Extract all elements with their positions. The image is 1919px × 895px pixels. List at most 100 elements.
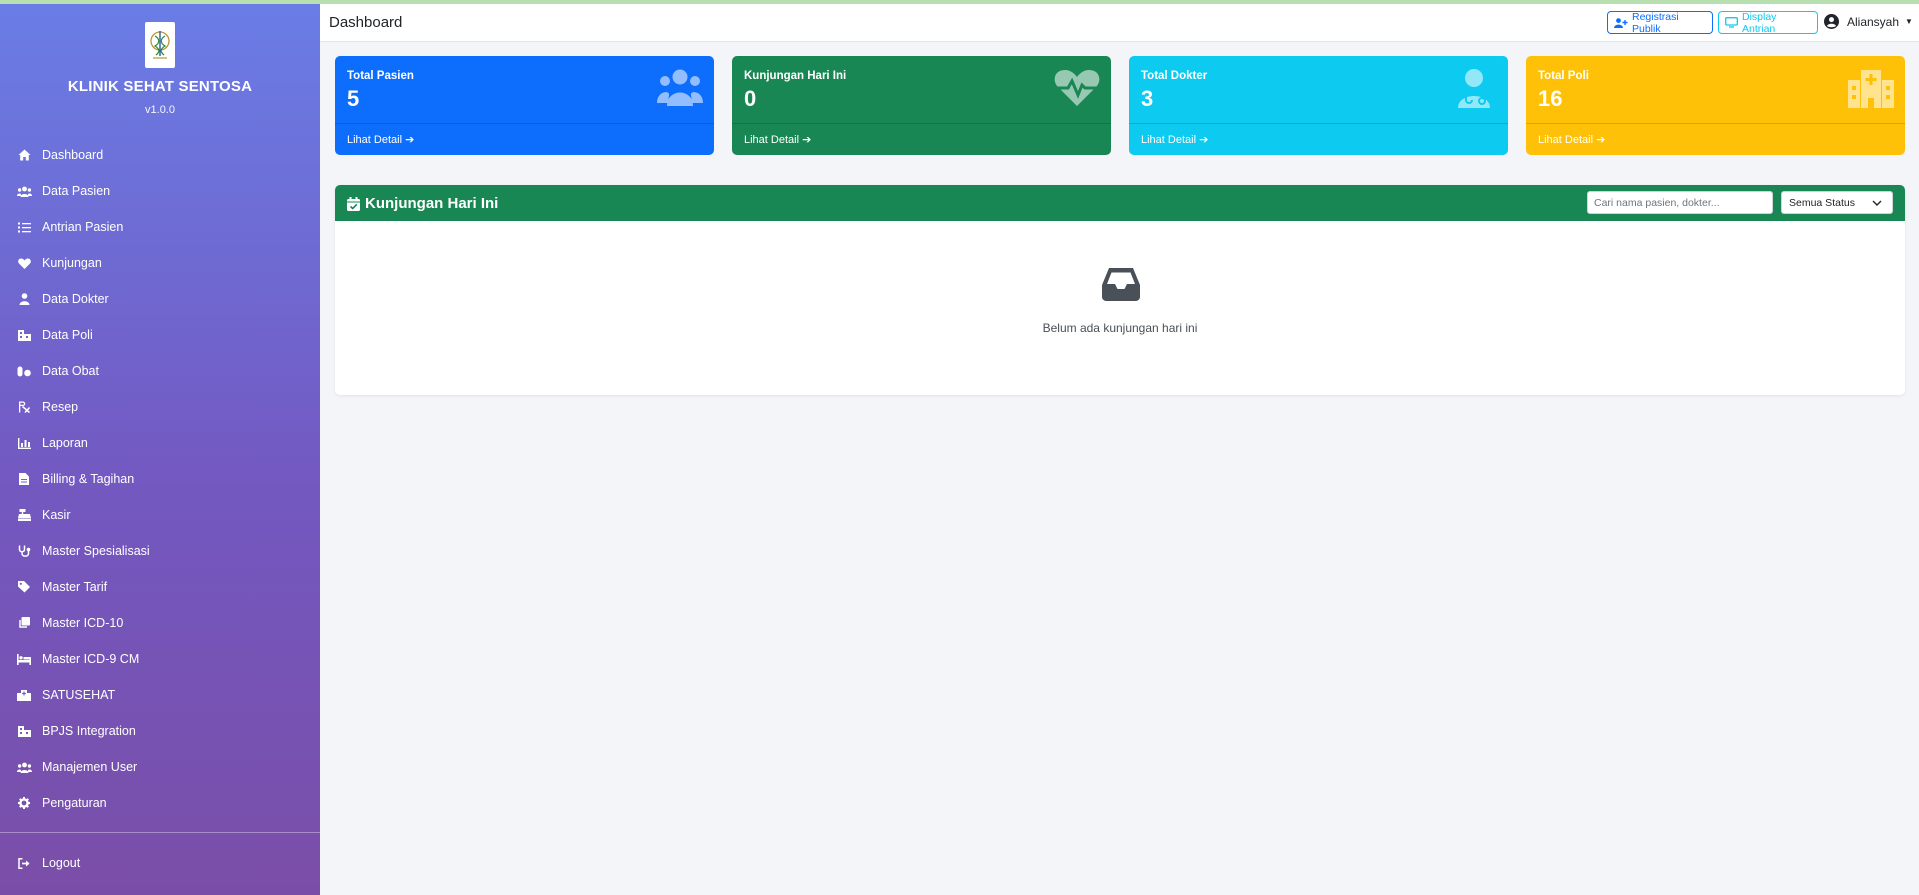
stat-value: 16 [1538,86,1563,111]
sidebar-item-master-icd9[interactable]: Master ICD-9 CM [0,641,320,677]
sidebar-item-label: Billing & Tagihan [42,472,135,486]
sidebar-item-kunjungan[interactable]: Kunjungan [0,245,320,281]
stat-card-total-poli: Total Poli 16 Lihat Detail ➔ [1526,56,1905,155]
sidebar-item-pengaturan[interactable]: Pengaturan [0,785,320,821]
lihat-detail-link[interactable]: Lihat Detail ➔ [335,123,714,155]
chart-icon [16,435,32,451]
sidebar-item-label: Laporan [42,436,88,450]
registrasi-publik-button[interactable]: Registrasi Publik [1607,10,1713,35]
lihat-detail-label: Lihat Detail [744,133,800,146]
kunjungan-panel: Kunjungan Hari Ini Semua Status Belum ad… [335,185,1905,395]
user-doctor-icon [1458,69,1490,108]
logout-section: Logout [0,845,320,881]
sidebar-item-antrian-pasien[interactable]: Antrian Pasien [0,209,320,245]
sidebar-item-data-pasien[interactable]: Data Pasien [0,173,320,209]
sidebar-item-satusehat[interactable]: SATUSEHAT [0,677,320,713]
logout-label: Logout [42,856,81,870]
house-icon [16,147,32,163]
sidebar-item-manajemen-user[interactable]: Manajemen User [0,749,320,785]
lihat-detail-link[interactable]: Lihat Detail ➔ [1129,123,1508,155]
sidebar-item-label: Pengaturan [42,796,107,810]
stat-value: 5 [347,86,360,111]
sidebar-item-label: SATUSEHAT [42,688,116,702]
monitor-icon [1725,17,1738,28]
sidebar-item-label: Dashboard [42,148,104,162]
sidebar-item-label: Antrian Pasien [42,220,124,234]
sidebar-item-data-dokter[interactable]: Data Dokter [0,281,320,317]
hospital-icon [16,687,32,703]
stat-label: Kunjungan Hari Ini [744,70,847,82]
registrasi-publik-label: Registrasi Publik [1632,10,1679,35]
hospital-icon [1848,70,1894,108]
sidebar-item-master-icd10[interactable]: Master ICD-10 [0,605,320,641]
user-doctor-icon [16,291,32,307]
users-cog-icon [16,759,32,775]
empty-state-message: Belum ada kunjungan hari ini [1042,321,1198,335]
sidebar-item-data-obat[interactable]: Data Obat [0,353,320,389]
sidebar-item-label: Data Dokter [42,292,109,306]
sidebar-item-label: Kunjungan [42,256,102,270]
user-avatar-icon [1824,14,1839,29]
sidebar-item-label: Kasir [42,508,71,522]
page-title: Dashboard [329,14,403,31]
sidebar-item-billing[interactable]: Billing & Tagihan [0,461,320,497]
display-antrian-button[interactable]: Display Antrian [1718,10,1818,35]
list-ol-icon [16,219,32,235]
kunjungan-title-text: Kunjungan Hari Ini [365,195,499,212]
sidebar-item-label: Data Poli [42,328,93,342]
copy-icon [16,615,32,631]
stat-value: 3 [1141,86,1154,111]
sidebar-item-laporan[interactable]: Laporan [0,425,320,461]
arrow-right-icon: ➔ [802,134,812,146]
users-icon [657,69,703,106]
app-version: v1.0.0 [145,104,175,116]
user-plus-icon [1614,17,1628,28]
brand: KLINIK SEHAT SENTOSA v1.0.0 [0,0,320,116]
pills-icon [16,363,32,379]
arrow-right-icon: ➔ [1596,134,1606,146]
cash-register-icon [16,507,32,523]
stat-label: Total Poli [1538,70,1589,82]
sidebar-item-logout[interactable]: Logout [0,845,320,881]
search-input[interactable] [1587,191,1773,214]
sidebar-item-data-poli[interactable]: Data Poli [0,317,320,353]
lihat-detail-label: Lihat Detail [1141,133,1197,146]
stat-label: Total Pasien [347,70,414,82]
sidebar-item-label: Data Obat [42,364,99,378]
heartbeat-icon [1054,70,1100,106]
user-menu[interactable]: Aliansyah ▼ [1824,14,1913,29]
sidebar-item-dashboard[interactable]: Dashboard [0,137,320,173]
status-select[interactable]: Semua Status [1781,191,1893,214]
inbox-icon [1102,268,1140,301]
clinic-icon [16,327,32,343]
chevron-down-icon [1872,198,1882,210]
users-icon [16,183,32,199]
arrow-right-icon: ➔ [1199,134,1209,146]
clinic-logo [145,22,175,68]
gear-icon [16,795,32,811]
sidebar-item-label: Master Spesialisasi [42,544,150,558]
sidebar-item-master-tarif[interactable]: Master Tarif [0,569,320,605]
sidebar-item-label: Master ICD-9 CM [42,652,140,666]
clinic-icon [16,723,32,739]
arrow-right-icon: ➔ [405,134,415,146]
sidebar-item-label: Manajemen User [42,760,138,774]
stat-label: Total Dokter [1141,70,1208,82]
lihat-detail-link[interactable]: Lihat Detail ➔ [732,123,1111,155]
display-antrian-label: Display Antrian [1742,10,1777,35]
stethoscope-icon [16,543,32,559]
kunjungan-panel-title: Kunjungan Hari Ini [347,195,498,212]
sidebar-item-master-spesialisasi[interactable]: Master Spesialisasi [0,533,320,569]
bed-icon [16,651,32,667]
prescription-icon [16,399,32,415]
stat-card-kunjungan-hari-ini: Kunjungan Hari Ini 0 Lihat Detail ➔ [732,56,1111,155]
stat-value: 0 [744,86,757,111]
top-header: Dashboard Registrasi Publik Display Antr… [320,4,1919,42]
sidebar-item-kasir[interactable]: Kasir [0,497,320,533]
clinic-name: KLINIK SEHAT SENTOSA [67,78,253,95]
sidebar-item-bpjs-integration[interactable]: BPJS Integration [0,713,320,749]
stat-card-total-pasien: Total Pasien 5 Lihat Detail ➔ [335,56,714,155]
sidebar-item-resep[interactable]: Resep [0,389,320,425]
empty-state: Belum ada kunjungan hari ini [335,221,1905,395]
lihat-detail-link[interactable]: Lihat Detail ➔ [1526,123,1905,155]
